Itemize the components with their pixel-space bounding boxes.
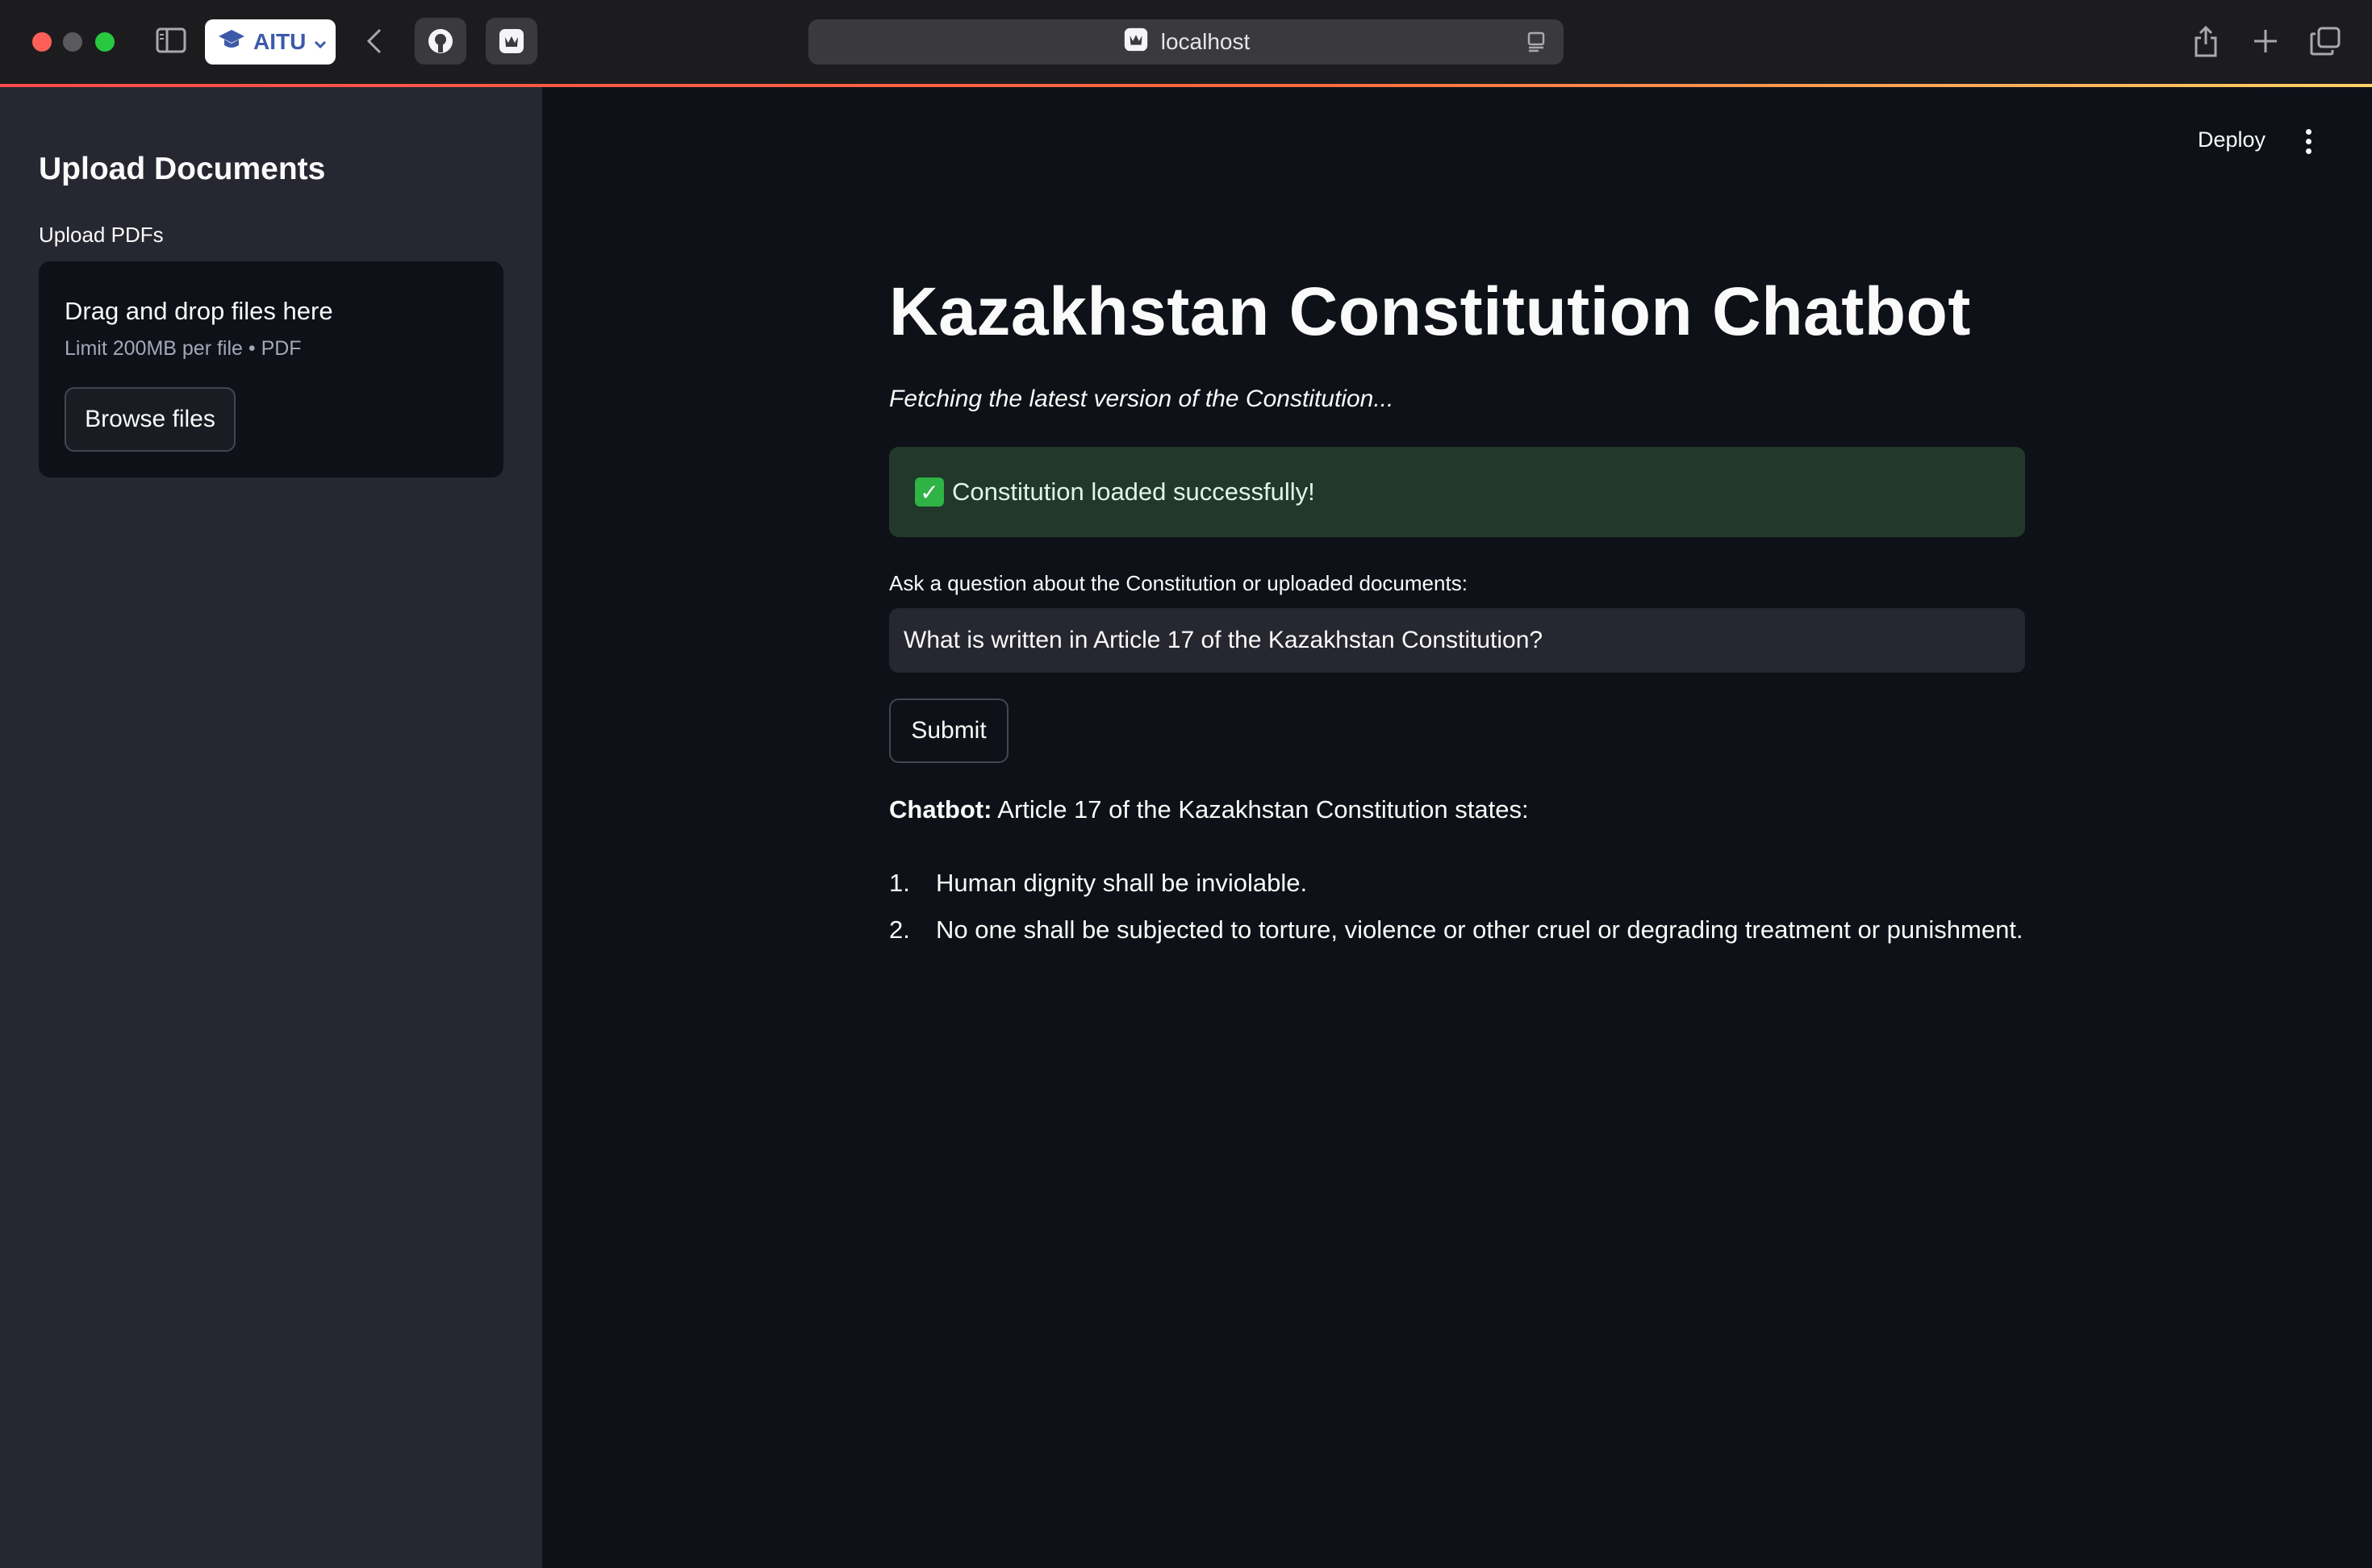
file-dropzone[interactable]: Drag and drop files here Limit 200MB per… — [39, 261, 503, 477]
list-text: Human dignity shall be inviolable. — [936, 869, 1308, 897]
question-input[interactable] — [889, 608, 2025, 673]
list-text: No one shall be subjected to torture, vi… — [936, 915, 2023, 944]
graduation-cap-icon — [218, 28, 245, 56]
list-number: 2. — [889, 915, 910, 944]
answer-intro-text: Article 17 of the Kazakhstan Constitutio… — [992, 795, 1529, 824]
streamlit-icon — [1122, 26, 1150, 59]
check-icon: ✓ — [915, 477, 944, 507]
tabs-icon[interactable] — [2307, 24, 2343, 58]
profile-switcher[interactable]: AITU — [205, 19, 336, 65]
page-title: Kazakhstan Constitution Chatbot — [889, 273, 1971, 349]
share-icon[interactable] — [2191, 23, 2220, 60]
list-number: 1. — [889, 869, 910, 897]
success-alert: ✓ Constitution loaded successfully! — [889, 447, 2025, 537]
github-icon[interactable] — [415, 18, 466, 65]
question-label: Ask a question about the Constitution or… — [889, 571, 1468, 595]
sidebar-toggle-icon[interactable] — [155, 26, 187, 55]
chatbot-answer: Chatbot: Article 17 of the Kazakhstan Co… — [889, 795, 1529, 824]
chevron-down-icon — [314, 29, 327, 55]
upload-label: Upload PDFs — [39, 223, 164, 247]
browse-files-button[interactable]: Browse files — [65, 387, 236, 452]
maximize-window-button[interactable] — [95, 32, 115, 52]
more-vertical-icon[interactable] — [2301, 126, 2317, 158]
list-item: 1. Human dignity shall be inviolable. — [889, 860, 2023, 907]
browser-toolbar: AITU localhost — [0, 0, 2372, 84]
reader-icon[interactable] — [1526, 31, 1546, 59]
close-window-button[interactable] — [32, 32, 52, 52]
minimize-window-button[interactable] — [63, 32, 82, 52]
streamlit-icon[interactable] — [486, 18, 537, 65]
address-text: localhost — [1160, 29, 1251, 54]
status-text: Fetching the latest version of the Const… — [889, 386, 1394, 412]
back-icon[interactable] — [360, 24, 389, 58]
sidebar-title: Upload Documents — [39, 152, 326, 186]
dropzone-title: Drag and drop files here — [65, 297, 333, 325]
answer-speaker: Chatbot: — [889, 795, 992, 824]
list-item: 2. No one shall be subjected to torture,… — [889, 907, 2023, 953]
address-bar[interactable]: localhost — [808, 19, 1564, 65]
profile-label: AITU — [253, 29, 307, 54]
dropzone-limit: Limit 200MB per file • PDF — [65, 337, 302, 360]
deploy-button[interactable]: Deploy — [2198, 127, 2266, 152]
submit-button[interactable]: Submit — [889, 699, 1009, 763]
plus-icon[interactable] — [2249, 23, 2282, 60]
answer-list: 1. Human dignity shall be inviolable. 2.… — [889, 860, 2023, 953]
success-message: Constitution loaded successfully! — [952, 477, 1315, 506]
